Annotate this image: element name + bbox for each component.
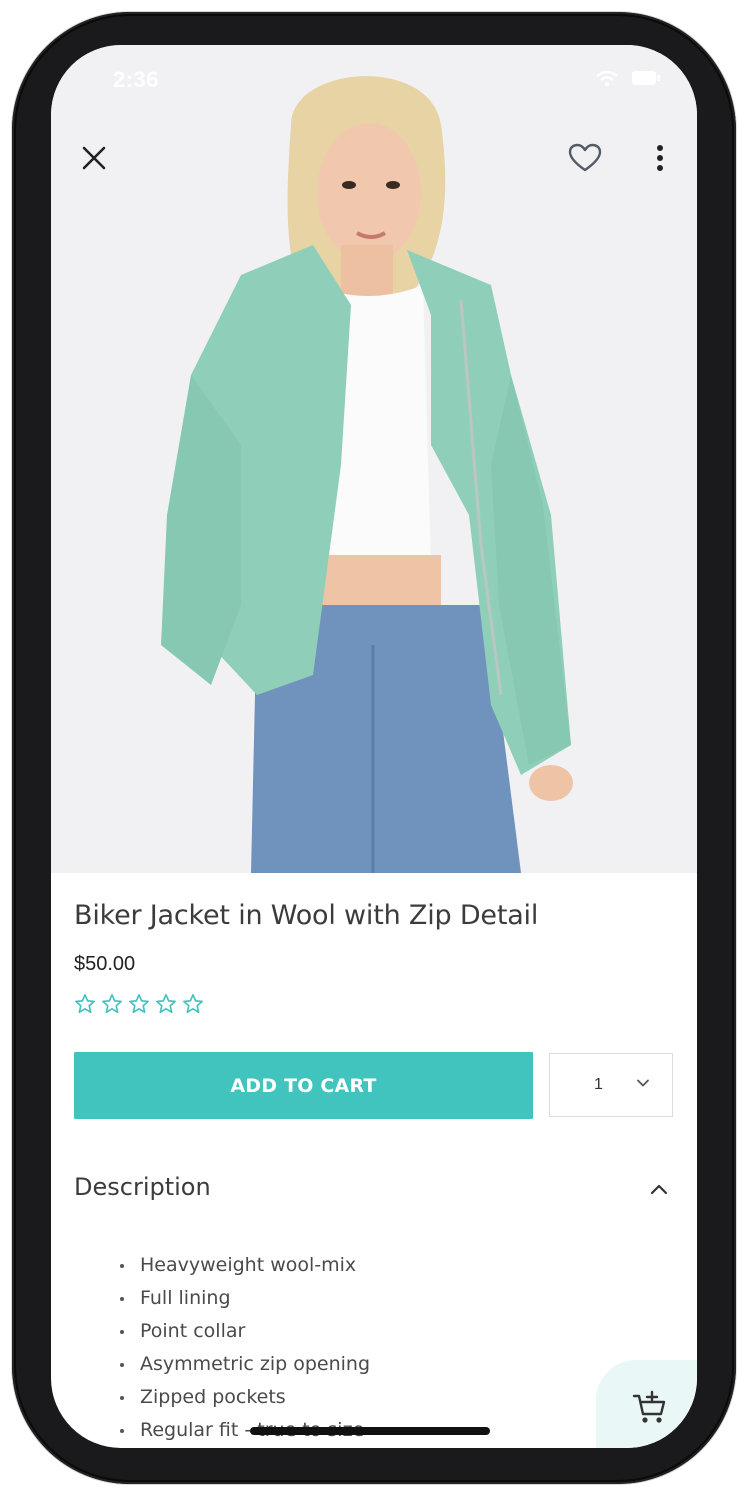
more-vert-icon xyxy=(657,145,663,171)
more-options-button[interactable] xyxy=(636,134,684,182)
star-outline-icon[interactable] xyxy=(74,993,96,1015)
product-title: Biker Jacket in Wool with Zip Detail xyxy=(74,900,539,931)
close-button[interactable] xyxy=(70,134,118,182)
list-item: Point collar xyxy=(117,1316,370,1349)
status-time: 2:36 xyxy=(113,67,160,92)
cart-add-icon xyxy=(632,1390,666,1423)
description-list: Heavyweight wool-mix Full lining Point c… xyxy=(117,1250,370,1448)
description-heading[interactable]: Description xyxy=(74,1173,211,1201)
battery-icon xyxy=(632,71,660,85)
product-image: 2:36 xyxy=(51,45,697,873)
quantity-value: 1 xyxy=(594,1076,603,1093)
favorite-button[interactable] xyxy=(561,134,609,182)
home-indicator xyxy=(250,1427,490,1435)
list-item: Asymmetric zip opening xyxy=(117,1349,370,1382)
list-item: Heavyweight wool-mix xyxy=(117,1250,370,1283)
add-to-cart-fab[interactable] xyxy=(596,1360,697,1448)
close-icon xyxy=(82,146,106,170)
chevron-up-icon[interactable] xyxy=(647,1178,671,1202)
add-to-cart-button[interactable]: ADD TO CART xyxy=(74,1052,533,1119)
star-outline-icon[interactable] xyxy=(155,993,177,1015)
app-screen: 2:36 Biker Jacket in Wool with Zip Detai… xyxy=(51,45,697,1448)
list-item: Full lining xyxy=(117,1283,370,1316)
status-icons xyxy=(595,69,661,87)
star-outline-icon[interactable] xyxy=(182,993,204,1015)
wifi-icon xyxy=(596,70,618,87)
heart-icon xyxy=(568,143,602,172)
star-outline-icon[interactable] xyxy=(101,993,123,1015)
star-outline-icon[interactable] xyxy=(128,993,150,1015)
quantity-select[interactable]: 1 xyxy=(549,1053,673,1117)
chevron-down-icon xyxy=(637,1079,649,1087)
rating-stars[interactable] xyxy=(74,993,204,1015)
status-bar: 2:36 xyxy=(51,45,697,117)
product-price: $50.00 xyxy=(74,953,136,975)
list-item: Zipped pockets xyxy=(117,1382,370,1415)
